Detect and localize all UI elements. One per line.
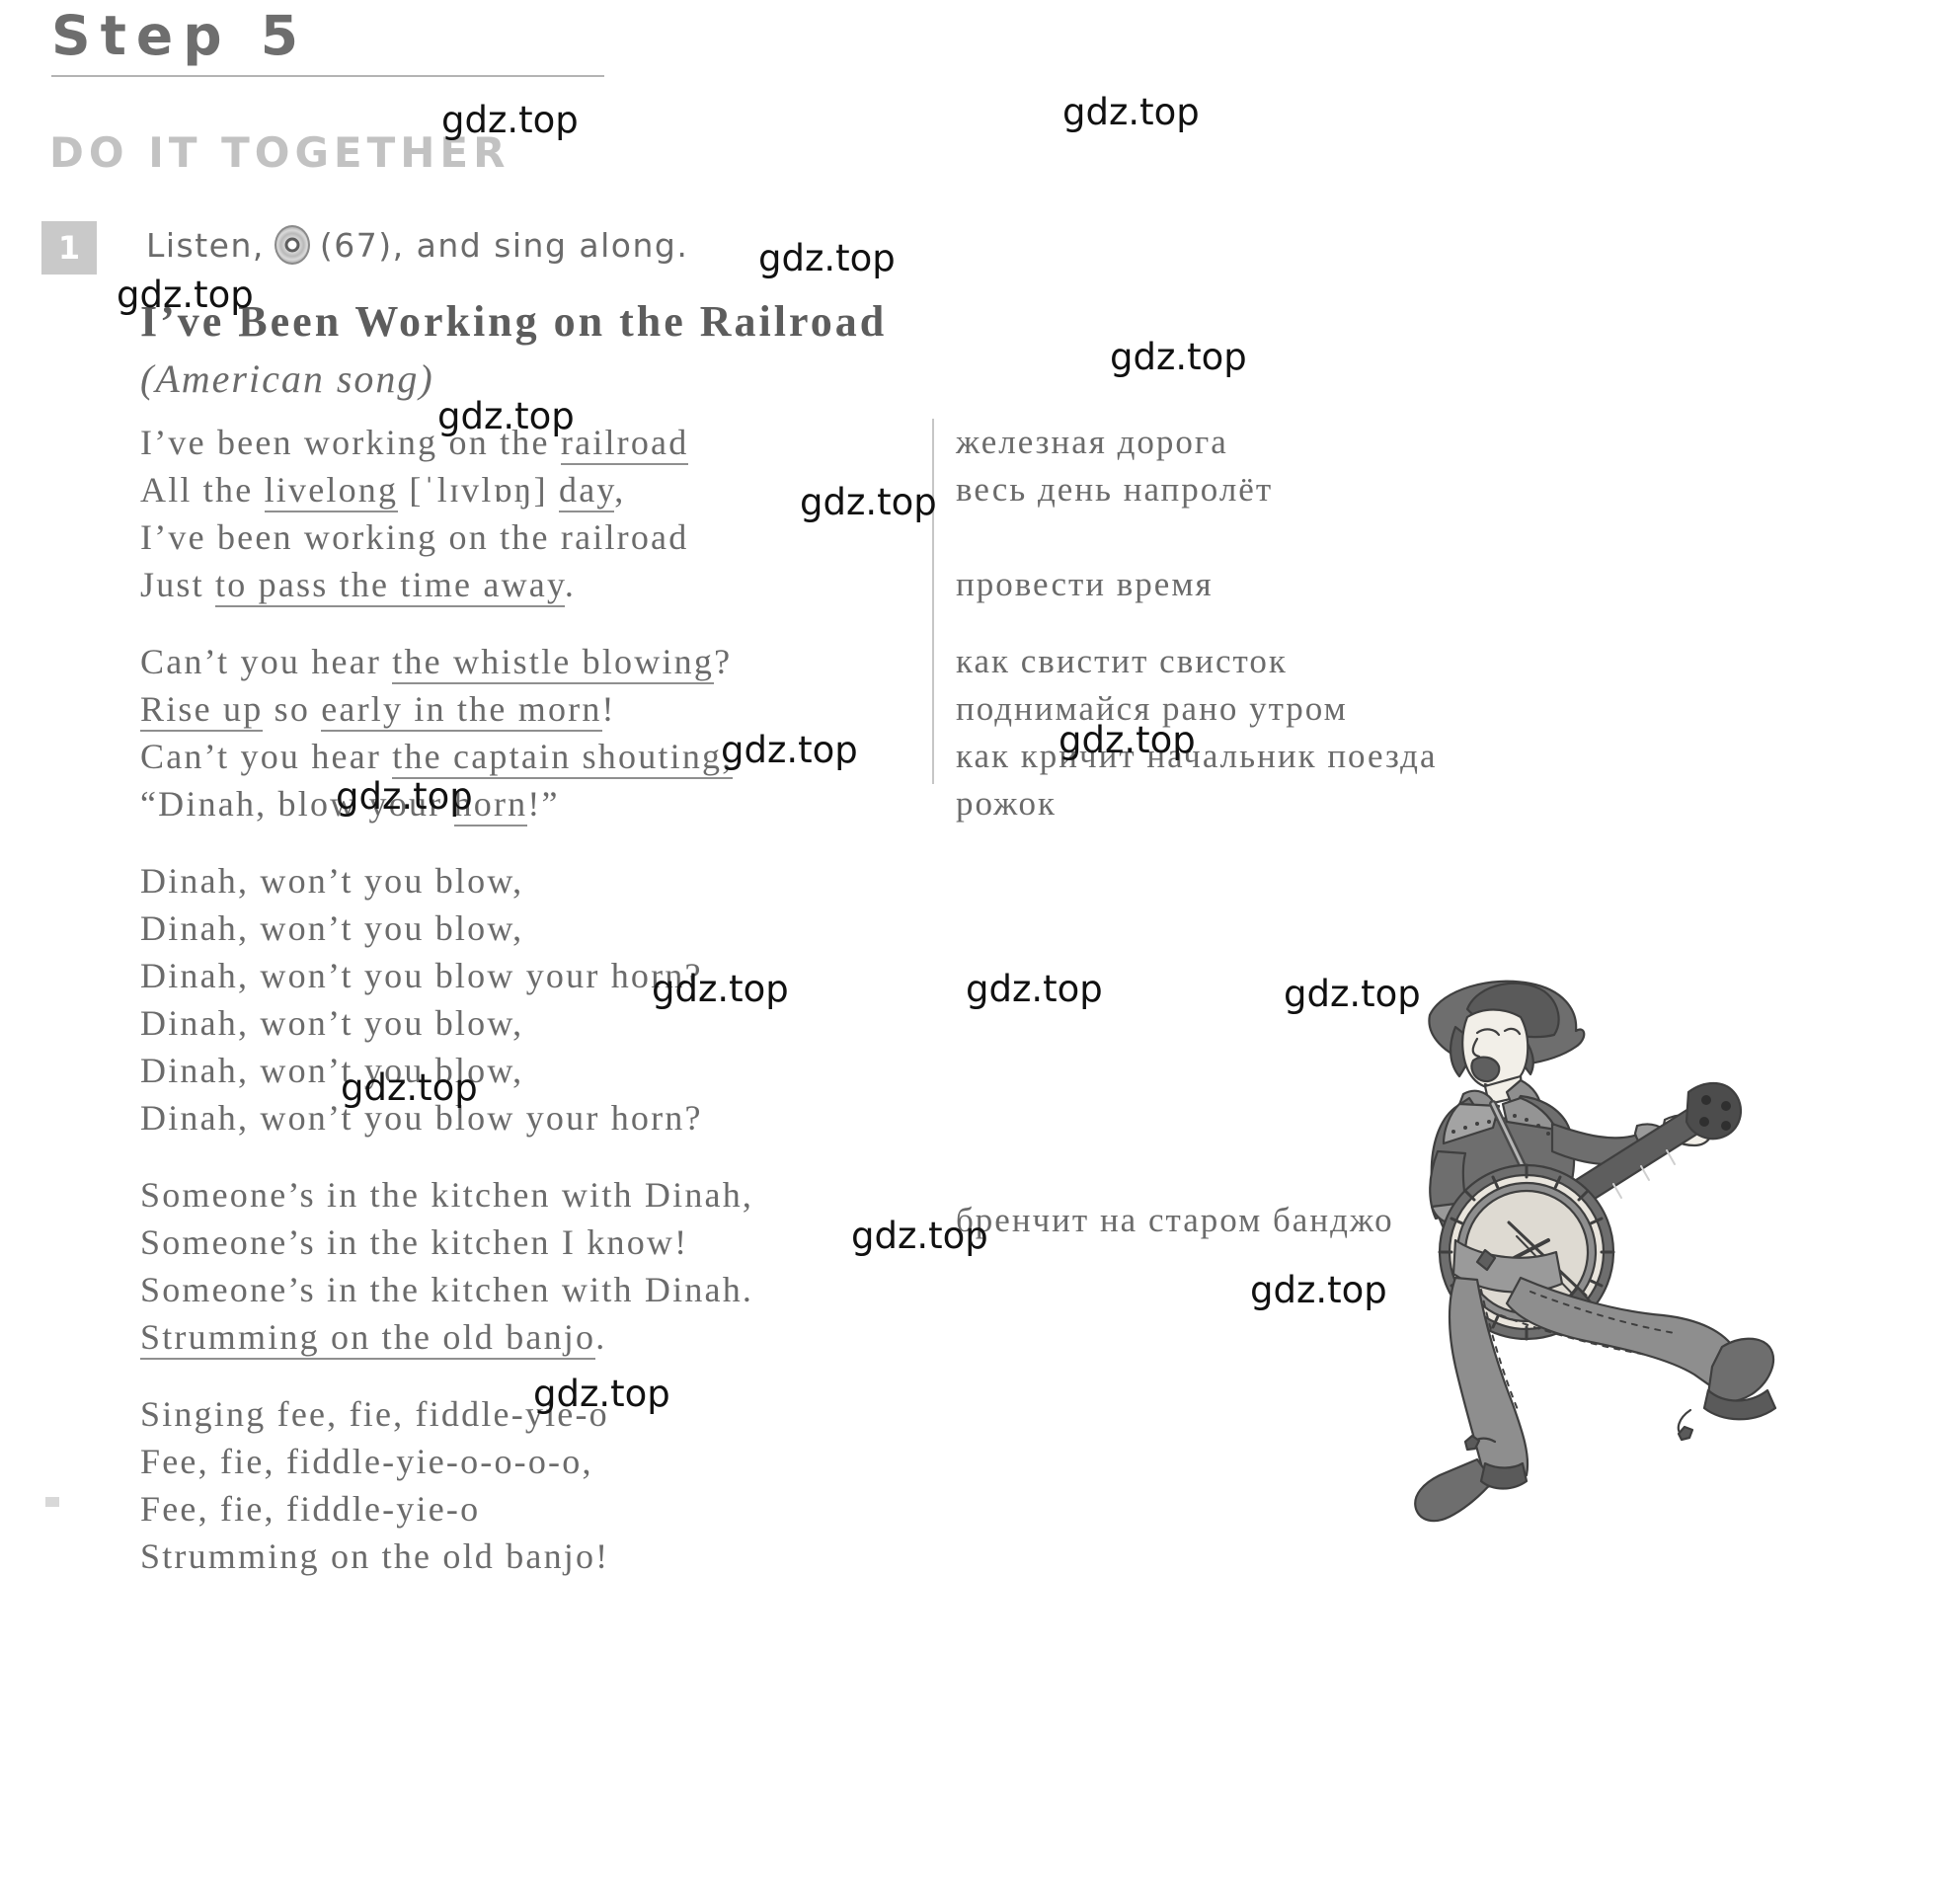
page-title: Step 5: [51, 4, 308, 67]
lyric-line: All the livelong [ˈlɪvlɒŋ] day,: [140, 466, 920, 513]
phonetic-transcription: [ˈlɪvlɒŋ]: [398, 470, 559, 510]
translation-line: провести время: [956, 565, 1214, 603]
watermark: gdz.top: [1250, 1269, 1387, 1311]
lyric-text: .: [564, 565, 577, 604]
lyric-line: Dinah, won’t you blow,: [140, 908, 524, 948]
lyric-underlined: Strumming on the old banjo: [140, 1317, 596, 1360]
lyric-text: I’ve been working on the railroad: [140, 517, 689, 557]
lyrics-column: I’ve been working on the railroad All th…: [140, 419, 920, 1610]
lyric-text: ,: [614, 470, 626, 510]
lyric-text: .: [595, 1317, 607, 1357]
lyric-underlined: to pass the time away: [215, 565, 565, 607]
lyric-line: Fee, fie, fiddle-yie-o: [140, 1489, 481, 1529]
header-divider: [51, 74, 604, 77]
watermark: gdz.top: [966, 968, 1103, 1010]
lyric-line: Someone’s in the kitchen with Dinah.: [140, 1266, 920, 1313]
song-subtitle: (American song): [140, 356, 434, 401]
lyric-line: I’ve been working on the railroad: [140, 513, 920, 561]
verse-2: Can’t you hear the whistle blowing? Rise…: [140, 638, 920, 827]
section-title: DO IT TOGETHER: [49, 128, 510, 177]
lyric-line: Fee, fie, fiddle-yie-o-o-o-o,: [140, 1442, 593, 1481]
watermark: gdz.top: [758, 237, 896, 279]
lyric-text: Just: [140, 565, 216, 604]
lyric-underlined: livelong: [264, 470, 399, 512]
lyric-line: Someone’s in the kitchen I know!: [140, 1219, 920, 1266]
lyric-text: !”: [527, 784, 560, 824]
exercise-instruction: Listen, (67), and sing along.: [146, 225, 688, 265]
lyric-line: Can’t you hear the whistle blowing?: [140, 638, 920, 685]
translation-line-banjo: бренчит на старом банджо: [956, 1201, 1394, 1239]
lyric-text: Someone’s in the kitchen with Dinah.: [140, 1270, 754, 1309]
lyric-underlined: early in the morn: [321, 689, 602, 732]
translation-line: рожок: [956, 784, 1057, 823]
song-title: I’ve Been Working on the Railroad: [140, 297, 888, 346]
translation-column: железная дорога весь день напролёт прове…: [956, 419, 1953, 857]
translation-line: железная дорога: [956, 423, 1228, 461]
translation-line: поднимайся рано утром: [956, 689, 1348, 728]
lyric-text: Can’t you hear: [140, 737, 393, 776]
page-header: Step 5: [51, 4, 743, 77]
verse-5: Singing fee, fie, fiddle-yie-o Fee, fie,…: [140, 1390, 920, 1580]
lyric-line: Dinah, won’t you blow your horn?: [140, 956, 703, 995]
lyric-text: so: [263, 689, 322, 729]
page-speck: [45, 1497, 59, 1507]
verse-4: Someone’s in the kitchen with Dinah, Som…: [140, 1171, 920, 1361]
lyric-line: “Dinah, blow your horn!”: [140, 780, 920, 827]
lyric-line: I’ve been working on the railroad: [140, 419, 920, 466]
lyric-line: Just to pass the time away.: [140, 561, 920, 608]
column-divider: [932, 419, 934, 784]
lyric-line: Can’t you hear the captain shouting,: [140, 733, 920, 780]
lyric-line: Dinah, won’t you blow,: [140, 1051, 524, 1090]
lyric-line: Rise up so early in the morn!: [140, 685, 920, 733]
watermark: gdz.top: [1062, 91, 1200, 133]
lyric-underlined: Rise up: [140, 689, 264, 732]
lyric-underlined: horn: [453, 784, 528, 826]
exercise-number-badge: 1: [41, 221, 97, 275]
lyric-line: Dinah, won’t you blow,: [140, 861, 524, 901]
lyric-underlined: day: [559, 470, 615, 512]
verse-3-chorus: Dinah, won’t you blow, Dinah, won’t you …: [140, 857, 920, 1141]
watermark: gdz.top: [1110, 336, 1247, 378]
lyric-line: Strumming on the old banjo!: [140, 1536, 610, 1576]
translation-line: как кричит начальник поезда: [956, 737, 1438, 775]
translation-line: как свистит свисток: [956, 642, 1288, 680]
lyric-underlined: railroad: [560, 423, 689, 465]
lyric-text: Can’t you hear: [140, 642, 393, 681]
lyric-line: Strumming on the old banjo.: [140, 1313, 920, 1361]
lyric-text: I’ve been working on the: [140, 423, 561, 462]
lyric-text: All the: [140, 470, 265, 510]
lyric-text: Someone’s in the kitchen I know!: [140, 1222, 689, 1262]
lyric-line: Singing fee, fie, fiddle-yie-o: [140, 1394, 609, 1434]
cd-icon[interactable]: [274, 225, 310, 265]
lyric-text: “Dinah, blow your: [140, 784, 454, 824]
lyric-text: ?: [714, 642, 733, 681]
verse-1: I’ve been working on the railroad All th…: [140, 419, 920, 608]
lyric-text: !: [601, 689, 616, 729]
translation-line: весь день напролёт: [956, 470, 1274, 509]
lyric-underlined: the captain shouting,: [392, 737, 734, 779]
banjo-player-illustration: [1382, 948, 1797, 1540]
instruction-text-before: Listen,: [146, 225, 265, 265]
translation-spacer: [956, 513, 1953, 561]
translation-verse-2: как свистит свисток поднимайся рано утро…: [956, 638, 1953, 827]
translation-verse-1: железная дорога весь день напролёт прове…: [956, 419, 1953, 608]
lyric-line: Dinah, won’t you blow,: [140, 1003, 524, 1043]
lyric-text: Someone’s in the kitchen with Dinah,: [140, 1175, 754, 1215]
lyric-line: Dinah, won’t you blow your horn?: [140, 1098, 703, 1138]
lyric-line: Someone’s in the kitchen with Dinah,: [140, 1171, 920, 1219]
lyric-underlined: the whistle blowing: [392, 642, 715, 684]
instruction-text-after: (67), and sing along.: [319, 225, 689, 265]
